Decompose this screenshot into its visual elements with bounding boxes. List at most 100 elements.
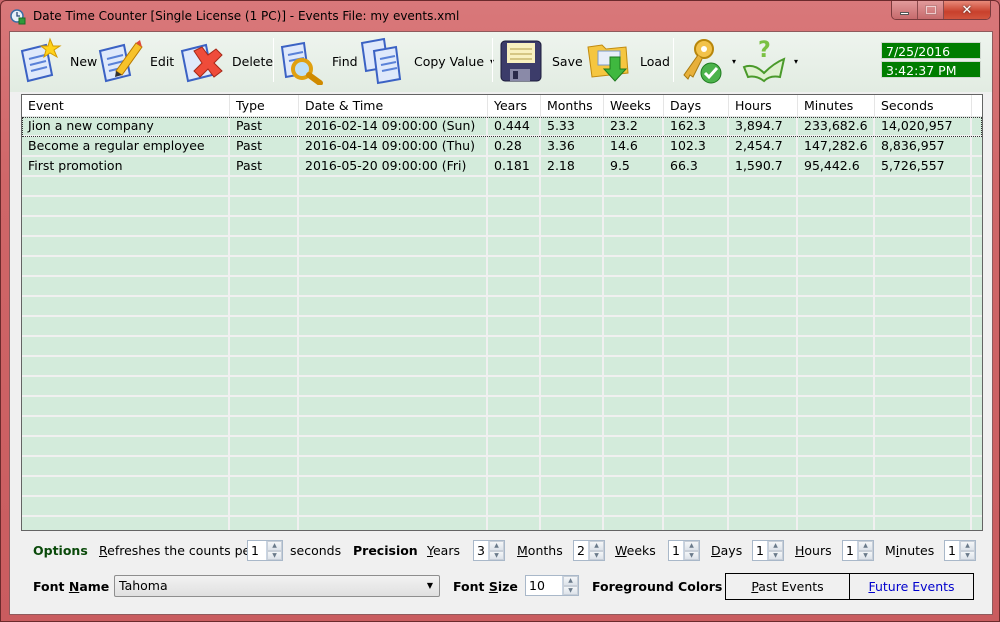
options-panel: Options Refreshes the counts per 1 ▲ ▼ se… <box>21 531 983 611</box>
days-precision-spinner[interactable]: 1 ▲ ▼ <box>752 540 784 561</box>
edit-button[interactable]: Edit <box>96 34 174 88</box>
cell-type: Past <box>236 138 263 153</box>
future-events-color-button[interactable]: Future Events <box>849 574 973 599</box>
years-precision-value[interactable]: 3 <box>474 541 488 560</box>
refresh-interval-spinner[interactable]: 1 ▲ ▼ <box>247 540 283 561</box>
minutes-precision-spinner[interactable]: 1 ▲ ▼ <box>944 540 976 561</box>
years-precision-label: Years <box>427 543 460 558</box>
cell-date-time: 2016-05-20 09:00:00 (Fri) <box>305 158 467 173</box>
copy-value-button[interactable]: Copy Value ▾ <box>360 34 494 88</box>
days-precision-value[interactable]: 1 <box>753 541 767 560</box>
spin-down-icon[interactable]: ▼ <box>563 585 578 595</box>
client-area: New Edit Delete Find Copy Value Save Loa… <box>9 31 993 615</box>
options-title: Options <box>33 543 88 558</box>
column-header-days[interactable]: Days <box>664 95 729 117</box>
close-button[interactable]: ✕ <box>944 1 990 19</box>
help-dropdown-icon[interactable]: ▾ <box>794 57 798 66</box>
new-button[interactable]: New <box>16 34 97 88</box>
table-row[interactable]: Become a regular employee Past 2016-04-14 … <box>22 137 982 157</box>
minutes-precision-value[interactable]: 1 <box>945 541 959 560</box>
spin-up-icon[interactable]: ▲ <box>960 541 975 551</box>
spin-down-icon[interactable]: ▼ <box>589 550 604 560</box>
maximize-button[interactable] <box>918 1 944 19</box>
spin-down-icon[interactable]: ▼ <box>768 550 783 560</box>
spin-up-icon[interactable]: ▲ <box>563 576 578 586</box>
cell-months: 2.18 <box>547 158 575 173</box>
cell-date-time: 2016-04-14 09:00:00 (Thu) <box>305 138 475 153</box>
font-size-spinner[interactable]: 10 ▲ ▼ <box>525 575 579 596</box>
spin-up-icon[interactable]: ▲ <box>684 541 699 551</box>
save-floppy-icon <box>500 40 542 82</box>
font-size-value[interactable]: 10 <box>526 576 562 595</box>
toolbar: New Edit Delete Find Copy Value Save Loa… <box>10 32 992 92</box>
copy-documents-icon <box>360 37 402 85</box>
column-header-seconds[interactable]: Seconds <box>875 95 972 117</box>
column-header-years[interactable]: Years <box>488 95 541 117</box>
app-window: Date Time Counter [Single License (1 PC)… <box>0 0 1000 622</box>
copy-value-label: Copy Value <box>414 53 485 69</box>
weeks-precision-value[interactable]: 1 <box>669 541 683 560</box>
column-header-weeks[interactable]: Weeks <box>604 95 664 117</box>
cell-event: Jion a new company <box>28 118 154 133</box>
cell-seconds: 8,836,957 <box>881 138 945 153</box>
spin-down-icon[interactable]: ▼ <box>858 550 873 560</box>
table-row[interactable]: Jion a new company Past 2016-02-14 09:00:0… <box>22 117 982 137</box>
load-label: Load <box>640 53 670 69</box>
grid-column-lines <box>22 117 982 530</box>
past-events-color-button[interactable]: Past Events <box>726 574 849 599</box>
cell-years: 0.444 <box>494 118 530 133</box>
spin-down-icon[interactable]: ▼ <box>684 550 699 560</box>
months-precision-spinner[interactable]: 2 ▲ ▼ <box>573 540 605 561</box>
license-button[interactable]: ▾ <box>678 34 736 88</box>
help-button[interactable]: ? ▾ <box>740 34 798 88</box>
find-button[interactable]: Find <box>278 34 358 88</box>
column-header-date-time[interactable]: Date & Time <box>299 95 488 117</box>
delete-button[interactable]: Delete <box>178 34 273 88</box>
refresh-interval-value[interactable]: 1 <box>248 541 266 560</box>
title-bar[interactable]: Date Time Counter [Single License (1 PC)… <box>1 1 999 31</box>
key-check-icon <box>683 39 722 84</box>
column-header-type[interactable]: Type <box>230 95 299 117</box>
column-header-months[interactable]: Months <box>541 95 604 117</box>
column-header-minutes[interactable]: Minutes <box>798 95 875 117</box>
cell-event: First promotion <box>28 158 123 173</box>
hours-precision-spinner[interactable]: 1 ▲ ▼ <box>842 540 874 561</box>
weeks-precision-spinner[interactable]: 1 ▲ ▼ <box>668 540 700 561</box>
column-header-event[interactable]: Event <box>22 95 230 117</box>
minimize-button[interactable] <box>892 1 918 19</box>
close-icon: ✕ <box>961 2 973 18</box>
spin-up-icon[interactable]: ▲ <box>267 541 282 551</box>
months-precision-value[interactable]: 2 <box>574 541 588 560</box>
cell-type: Past <box>236 118 263 133</box>
spin-down-icon[interactable]: ▼ <box>489 550 504 560</box>
chevron-down-icon[interactable]: ▼ <box>427 581 433 590</box>
grid-rows: Jion a new company Past 2016-02-14 09:00:0… <box>22 117 982 177</box>
svg-text:?: ? <box>758 38 771 63</box>
spin-up-icon[interactable]: ▲ <box>589 541 604 551</box>
load-button[interactable]: Load <box>586 34 670 88</box>
cell-weeks: 23.2 <box>610 118 638 133</box>
clock-display: 7/25/2016 3:42:37 PM <box>881 42 981 80</box>
spin-up-icon[interactable]: ▲ <box>489 541 504 551</box>
cell-minutes: 147,282.6 <box>804 138 868 153</box>
save-button[interactable]: Save <box>498 34 583 88</box>
spin-up-icon[interactable]: ▲ <box>858 541 873 551</box>
font-name-select[interactable]: Tahoma ▼ <box>114 575 440 597</box>
spin-down-icon[interactable]: ▼ <box>960 550 975 560</box>
minimize-icon <box>900 11 909 15</box>
table-row[interactable]: First promotion Past 2016-05-20 09:00:00 (… <box>22 157 982 177</box>
delete-x-icon <box>180 43 223 83</box>
foreground-colors-selector: Past Events Future Events <box>725 573 974 600</box>
cell-days: 66.3 <box>670 158 698 173</box>
license-dropdown-icon[interactable]: ▾ <box>732 57 736 66</box>
events-grid[interactable]: Event Type Date & Time Years Months Week… <box>21 94 983 531</box>
hours-precision-value[interactable]: 1 <box>843 541 857 560</box>
spin-up-icon[interactable]: ▲ <box>768 541 783 551</box>
years-precision-spinner[interactable]: 3 ▲ ▼ <box>473 540 505 561</box>
cell-months: 5.33 <box>547 118 575 133</box>
edit-pencil-icon <box>98 40 143 83</box>
cell-date-time: 2016-02-14 09:00:00 (Sun) <box>305 118 476 133</box>
spin-down-icon[interactable]: ▼ <box>267 550 282 560</box>
column-header-hours[interactable]: Hours <box>729 95 798 117</box>
maximize-icon <box>924 5 937 15</box>
